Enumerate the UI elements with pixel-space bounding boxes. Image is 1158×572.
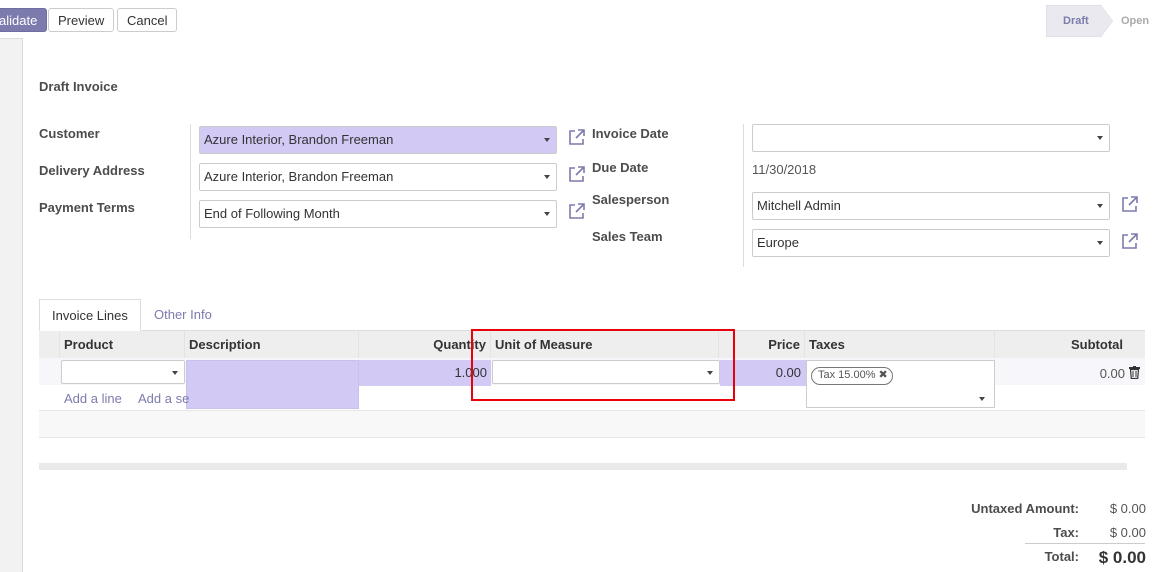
preview-button[interactable]: Preview [48, 8, 115, 32]
horizontal-scrollbar[interactable] [39, 463, 1127, 470]
form-title: Draft Invoice [39, 79, 118, 94]
empty-row [39, 411, 1145, 437]
separator [743, 124, 744, 267]
external-link-icon[interactable] [568, 128, 586, 146]
separator [190, 124, 191, 239]
handle-column-header [39, 331, 60, 358]
column-header-description[interactable]: Description [185, 331, 359, 358]
total-divider [1025, 543, 1145, 544]
control-panel: alidate Preview Cancel Draft Open [0, 0, 1158, 39]
sales-team-label: Sales Team [592, 229, 663, 244]
trash-icon[interactable] [1129, 366, 1140, 379]
column-header-taxes[interactable]: Taxes [805, 331, 995, 358]
total-value: $ 0.00 [1098, 548, 1146, 567]
salesperson-label: Salesperson [592, 192, 670, 207]
subtotal-value: 0.00 [1099, 366, 1125, 381]
sales-team-field[interactable]: Europe [752, 229, 1110, 257]
invoice-date-field[interactable] [752, 124, 1110, 152]
salesperson-field[interactable]: Mitchell Admin [752, 192, 1110, 220]
status-draft[interactable]: Draft [1063, 5, 1089, 37]
chevron-down-icon[interactable] [544, 138, 550, 142]
tab-other-info[interactable]: Other Info [142, 299, 224, 331]
untaxed-amount-label: Untaxed Amount: [971, 501, 1079, 516]
chevron-down-icon[interactable] [1097, 136, 1103, 140]
add-section-link[interactable]: Add a se [138, 391, 189, 406]
column-header-product[interactable]: Product [60, 331, 185, 358]
row-divider [39, 437, 1145, 438]
chevron-down-icon[interactable] [544, 212, 550, 216]
validate-button[interactable]: alidate [0, 8, 48, 32]
chevron-down-icon[interactable] [1097, 204, 1103, 208]
form-sheet: Draft Invoice Customer Delivery Address … [22, 38, 1158, 572]
status-open[interactable]: Open [1121, 5, 1149, 37]
chevron-down-icon[interactable] [1097, 241, 1103, 245]
delivery-address-label: Delivery Address [39, 163, 145, 178]
tax-label: Tax: [1053, 525, 1079, 540]
invoice-date-label: Invoice Date [592, 126, 669, 141]
payment-terms-value: End of Following Month [204, 206, 340, 221]
untaxed-amount-value: $ 0.00 [1109, 501, 1146, 516]
column-header-subtotal[interactable]: Subtotal [995, 331, 1127, 358]
tab-invoice-lines[interactable]: Invoice Lines [39, 299, 141, 331]
due-date-label: Due Date [592, 160, 649, 175]
total-label: Total: [1044, 549, 1079, 564]
taxes-input[interactable]: Tax 15.00% ✖ [806, 360, 995, 408]
external-link-icon[interactable] [1121, 195, 1139, 213]
delivery-address-value: Azure Interior, Brandon Freeman [204, 169, 394, 184]
close-icon[interactable]: ✖ [879, 369, 888, 381]
chevron-down-icon[interactable] [544, 175, 550, 179]
external-link-icon[interactable] [1121, 232, 1139, 250]
payment-terms-label: Payment Terms [39, 200, 135, 215]
add-line-link[interactable]: Add a line [64, 391, 122, 406]
tax-value: $ 0.00 [1109, 525, 1146, 540]
status-bar: Draft Open [1046, 5, 1158, 37]
external-link-icon[interactable] [568, 202, 586, 220]
cancel-button[interactable]: Cancel [117, 8, 178, 32]
customer-label: Customer [39, 126, 100, 141]
customer-value: Azure Interior, Brandon Freeman [204, 132, 394, 147]
external-link-icon[interactable] [568, 165, 586, 183]
highlight-box [471, 329, 735, 401]
sales-team-value: Europe [757, 235, 799, 250]
customer-field[interactable]: Azure Interior, Brandon Freeman [199, 126, 557, 154]
delivery-address-field[interactable]: Azure Interior, Brandon Freeman [199, 163, 557, 191]
chevron-down-icon[interactable] [979, 397, 985, 401]
chevron-down-icon[interactable] [172, 371, 178, 375]
due-date-value: 11/30/2018 [752, 162, 817, 177]
product-input[interactable] [61, 360, 185, 384]
payment-terms-field[interactable]: End of Following Month [199, 200, 557, 228]
tax-tag: Tax 15.00% ✖ [811, 367, 893, 385]
description-input[interactable] [186, 360, 359, 409]
tax-tag-label: Tax 15.00% [818, 369, 876, 381]
salesperson-value: Mitchell Admin [757, 198, 841, 213]
